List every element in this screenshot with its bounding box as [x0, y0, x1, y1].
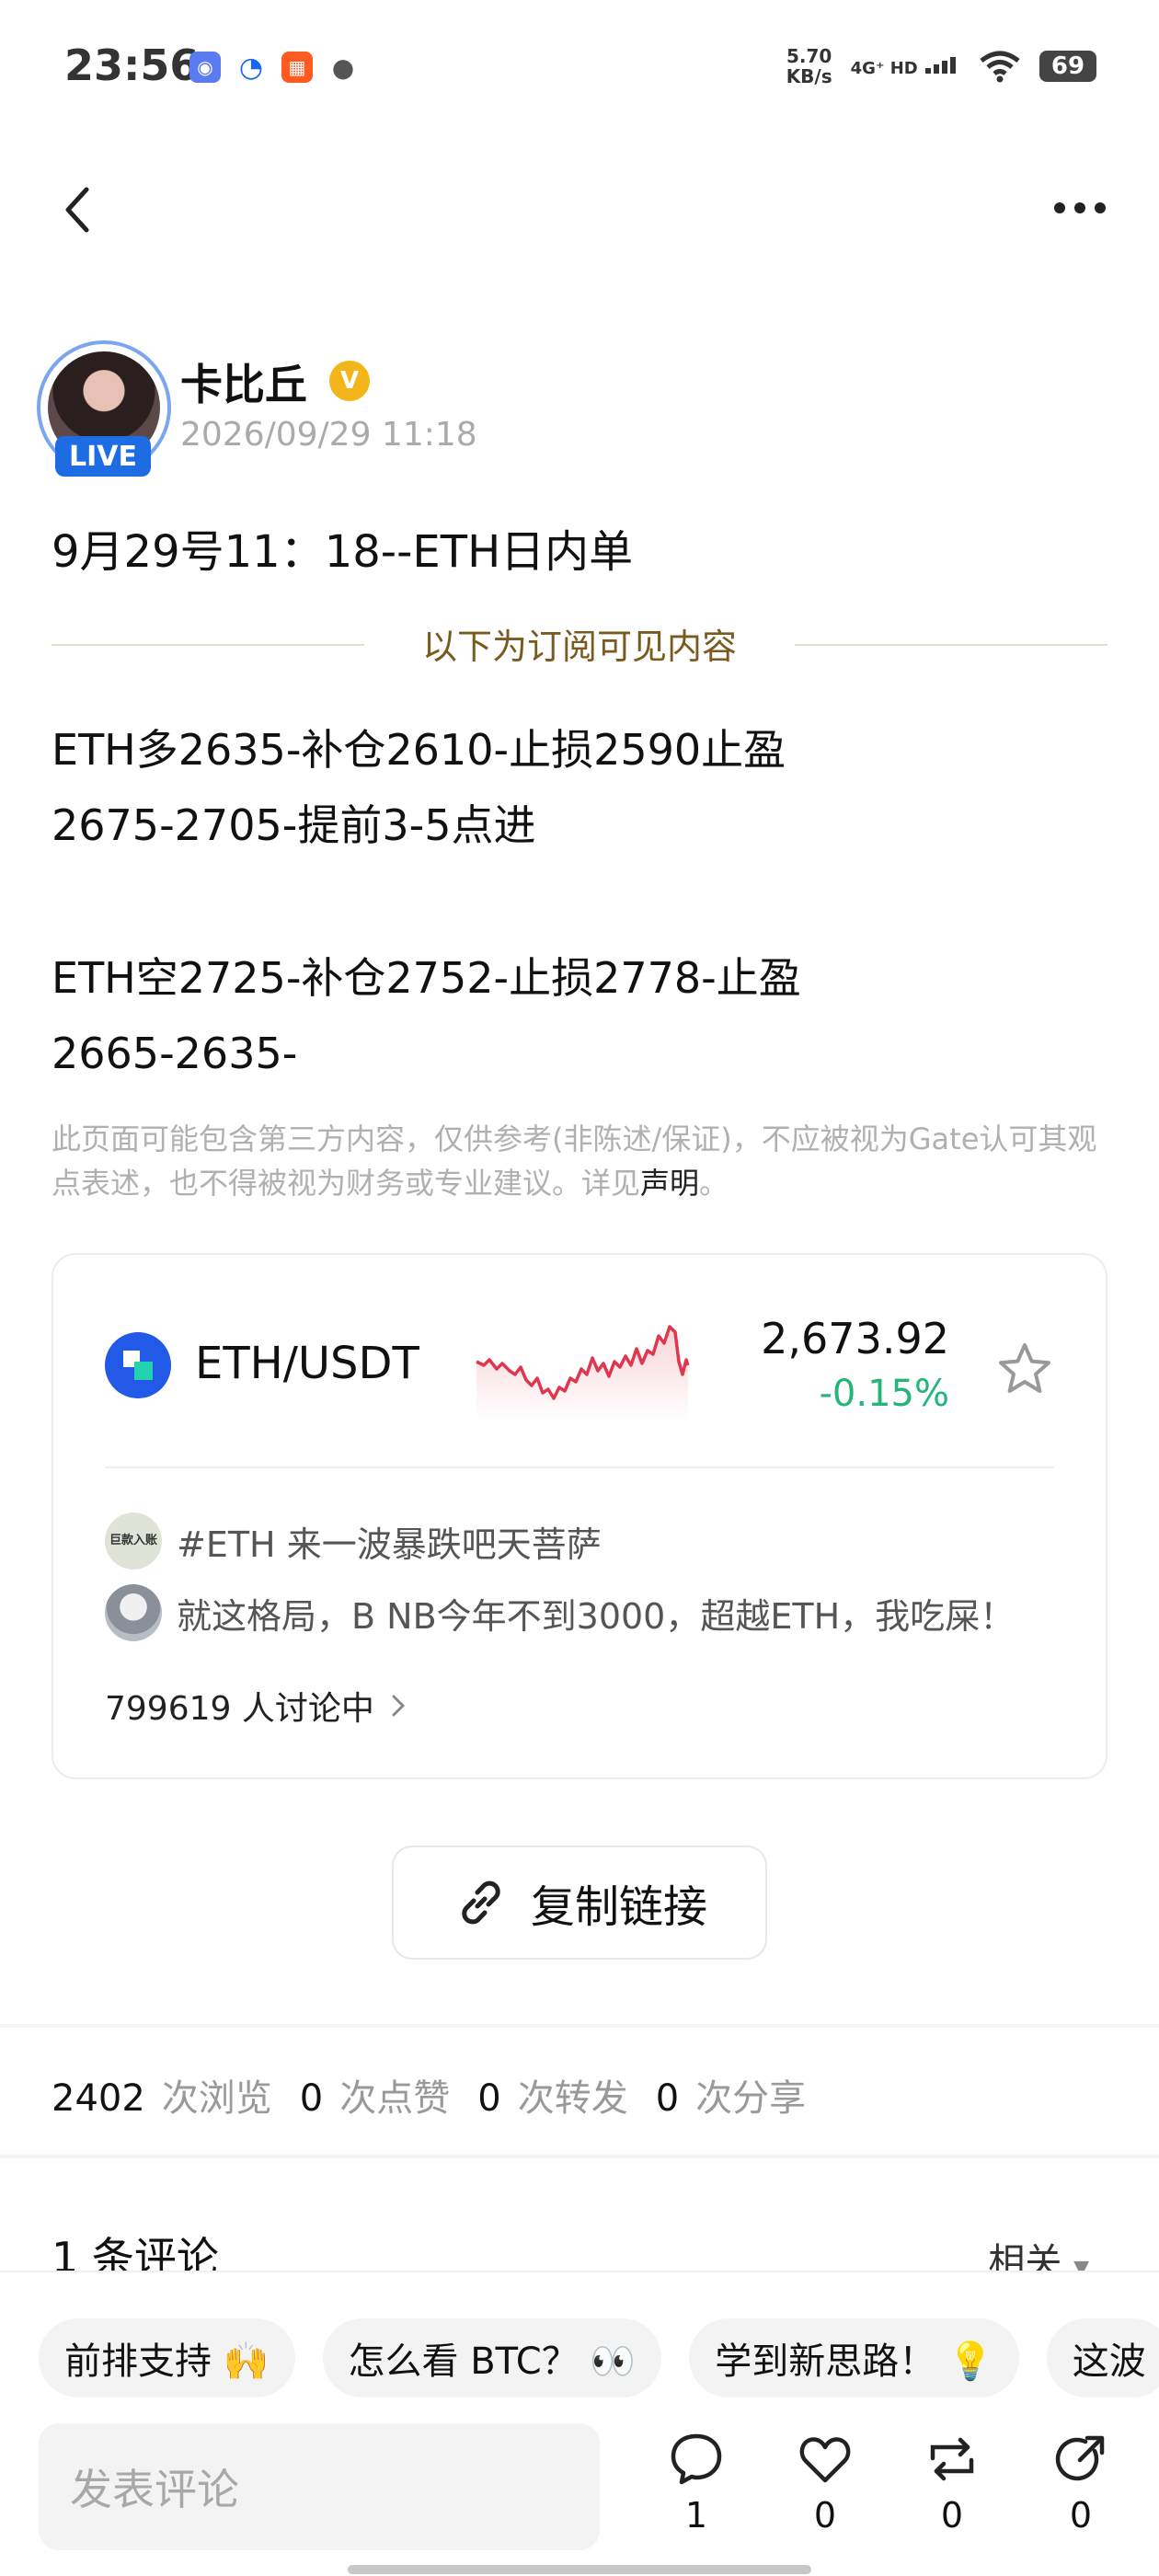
discussion-text: #ETH 来一波暴跌吧天菩萨 [177, 1524, 602, 1565]
likes-count: 0 [299, 2077, 324, 2120]
chevron-left-icon [65, 187, 89, 233]
repost-icon [930, 2437, 974, 2481]
post-stats: 2402 次浏览 0 次点赞 0 次转发 0 次分享 [52, 2077, 807, 2120]
copy-link-label: 复制链接 [530, 1881, 707, 1933]
price-sparkline [476, 1325, 690, 1420]
comment-button[interactable]: 1 [655, 2431, 738, 2550]
views-count: 2402 [52, 2077, 145, 2120]
repost-button[interactable]: 0 [911, 2431, 993, 2550]
link-icon [462, 1880, 500, 1925]
signal-icon: 4G⁺ HD [851, 55, 960, 78]
more-dots-icon [1054, 202, 1065, 213]
net-speed: 5.70 KB/s [786, 45, 832, 87]
status-right: 5.70 KB/s 4G⁺ HD 69 [786, 46, 1096, 86]
back-button[interactable] [55, 182, 101, 237]
discussion-item[interactable]: 就这格局，B NB今年不到3000，超越ETH，我吃屎！ [105, 1584, 1015, 1641]
live-badge[interactable]: LIVE [55, 436, 151, 477]
price-change: -0.15% [819, 1373, 949, 1415]
like-count: 0 [813, 2495, 837, 2536]
discussion-count-link[interactable]: 799619 人讨论中 [105, 1682, 407, 1730]
comment-count: 1 [684, 2495, 708, 2536]
status-time: 23:56 [64, 40, 200, 90]
avatar [105, 1584, 162, 1641]
market-card[interactable]: ETH/USDT 2,673.92 -0.15% 巨款入账 #ETH 来一波暴跌… [52, 1253, 1107, 1779]
app-notification-icon: ◉ [189, 52, 221, 83]
shares-count: 0 [655, 2077, 680, 2120]
heart-icon [799, 2437, 851, 2483]
subscriber-divider: 以下为订阅可见内容 [52, 618, 1107, 673]
status-bar: 23:56 ◉ ◔ ▦ ● 5.70 KB/s 4G⁺ HD 69 [0, 0, 1159, 138]
more-options-button[interactable] [1043, 190, 1117, 226]
share-icon [1055, 2435, 1105, 2481]
app-grid-icon: ▦ [281, 52, 313, 83]
chevron-right-icon [392, 1695, 405, 1717]
disclaimer-link[interactable]: 声明 [640, 1166, 699, 1201]
post-body-line: 2675-2705-提前3-5点进 [52, 800, 536, 850]
repost-count: 0 [940, 2495, 964, 2536]
home-indicator[interactable] [348, 2565, 811, 2574]
quick-reply-chip[interactable]: 这波 [1046, 2318, 1159, 2398]
disclaimer: 此页面可能包含第三方内容，仅供参考(非陈述/保证)，不应被视为Gate认可其观点… [52, 1121, 1097, 1201]
comment-bubble-icon [671, 2433, 722, 2485]
post-body-line: 2665-2635- [52, 1029, 298, 1078]
author-name[interactable]: 卡比丘 [180, 351, 307, 412]
trading-pair[interactable]: ETH/USDT [195, 1338, 419, 1389]
share-count: 0 [1069, 2495, 1093, 2536]
quick-reply-chip[interactable]: 怎么看 BTC？ 👀 [322, 2318, 662, 2398]
avatar: 巨款入账 [105, 1512, 162, 1570]
divider [105, 1466, 1054, 1468]
post-title: 9月29号11：18--ETH日内单 [52, 526, 634, 578]
post-body-line: ETH多2635-补仓2610-止损2590止盈 [52, 725, 786, 775]
battery-icon: 69 [1039, 51, 1096, 82]
wechat-icon: ● [327, 52, 359, 83]
copy-link-button[interactable]: 复制链接 [392, 1846, 767, 1960]
app-c-icon: ◔ [235, 52, 267, 84]
quick-reply-chip[interactable]: 学到新思路！ 💡 [689, 2318, 1019, 2398]
like-button[interactable]: 0 [784, 2431, 866, 2550]
divider [0, 2024, 1159, 2028]
comment-input[interactable]: 发表评论 [39, 2423, 600, 2550]
author-header: LIVE 卡比丘 V 2026/09/29 11:18 [37, 340, 1122, 478]
coin-logo-icon [105, 1332, 171, 1398]
quick-reply-chip[interactable]: 前排支持 🙌 [39, 2318, 295, 2398]
wifi-icon [980, 51, 1020, 83]
divider [0, 2155, 1159, 2158]
verified-icon: V [329, 361, 370, 401]
share-button[interactable]: 0 [1039, 2431, 1122, 2550]
price: 2,673.92 [761, 1314, 949, 1363]
discussion-text: 就这格局，B NB今年不到3000，超越ETH，我吃屎！ [177, 1595, 1016, 1637]
post-body-line: ETH空2725-补仓2752-止损2778-止盈 [52, 953, 801, 1003]
favorite-star-icon[interactable] [995, 1340, 1054, 1398]
reposts-count: 0 [477, 2077, 501, 2120]
bottom-panel: 前排支持 🙌 怎么看 BTC？ 👀 学到新思路！ 💡 这波 发表评论 1 0 0 [0, 2271, 1159, 2576]
top-nav [0, 156, 1159, 258]
discussion-item[interactable]: 巨款入账 #ETH 来一波暴跌吧天菩萨 [105, 1512, 602, 1570]
post-date: 2026/09/29 11:18 [180, 416, 477, 454]
status-app-icons: ◉ ◔ ▦ ● [189, 52, 359, 84]
quick-reply-chips: 前排支持 🙌 怎么看 BTC？ 👀 学到新思路！ 💡 这波 [39, 2318, 1159, 2398]
